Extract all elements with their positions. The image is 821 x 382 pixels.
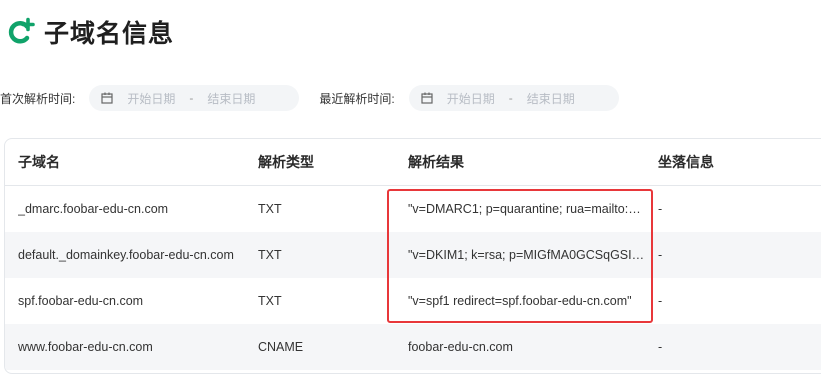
last-resolve-date-range[interactable]: 开始日期 - 结束日期 — [408, 85, 619, 111]
plus-c-icon — [8, 17, 35, 44]
resolve-result-cell: foobar-edu-cn.com — [408, 324, 658, 370]
location-cell: - — [658, 324, 821, 370]
start-date-placeholder[interactable]: 开始日期 — [447, 90, 495, 107]
end-date-placeholder[interactable]: 结束日期 — [207, 90, 255, 107]
column-header-subdomain[interactable]: 子域名 — [5, 139, 258, 186]
column-header-resolve-result[interactable]: 解析结果 — [408, 139, 658, 186]
table-row[interactable]: spf.foobar-edu-cn.com TXT "v=spf1 redire… — [5, 278, 821, 324]
column-header-location[interactable]: 坐落信息 — [658, 139, 821, 186]
calendar-icon — [421, 92, 433, 104]
subdomain-cell: www.foobar-edu-cn.com — [5, 324, 258, 370]
end-date-placeholder[interactable]: 结束日期 — [527, 90, 575, 107]
record-type-cell: TXT — [258, 278, 408, 324]
location-cell: - — [658, 278, 821, 324]
range-separator: - — [189, 91, 194, 105]
subdomain-cell: spf.foobar-edu-cn.com — [5, 278, 258, 324]
resolve-result-cell: "v=DKIM1; k=rsa; p=MIGfMA0GCSqGSIb3DQEBA… — [408, 232, 658, 278]
resolve-result-cell: "v=spf1 redirect=spf.foobar-edu-cn.com" — [408, 278, 658, 324]
filter-bar: 首次解析时间: 开始日期 - 结束日期 最近解析时间: 开始日期 - 结束日期 — [0, 84, 619, 112]
range-separator: - — [508, 91, 513, 105]
subdomain-cell: _dmarc.foobar-edu-cn.com — [5, 185, 258, 232]
table-row[interactable]: www.foobar-edu-cn.com CNAME foobar-edu-c… — [5, 324, 821, 370]
subdomain-table: 子域名 解析类型 解析结果 坐落信息 _dmarc.foobar-edu-cn.… — [4, 138, 821, 374]
start-date-placeholder[interactable]: 开始日期 — [127, 90, 175, 107]
table-row[interactable]: _dmarc.foobar-edu-cn.com TXT "v=DMARC1; … — [5, 185, 821, 232]
subdomain-cell: default._domainkey.foobar-edu-cn.com — [5, 232, 258, 278]
page-title: 子域名信息 — [44, 20, 175, 48]
record-type-cell: CNAME — [258, 324, 408, 370]
location-cell: - — [658, 232, 821, 278]
calendar-icon — [101, 92, 113, 104]
record-type-cell: TXT — [258, 185, 408, 232]
table-header-row: 子域名 解析类型 解析结果 坐落信息 — [5, 139, 821, 186]
table-row[interactable]: default._domainkey.foobar-edu-cn.com TXT… — [5, 232, 821, 278]
first-resolve-time-label: 首次解析时间: — [0, 91, 76, 106]
first-resolve-date-range[interactable]: 开始日期 - 结束日期 — [89, 85, 300, 111]
page-header: 子域名信息 — [0, 10, 174, 54]
record-type-cell: TXT — [258, 232, 408, 278]
location-cell: - — [658, 185, 821, 232]
resolve-result-cell: "v=DMARC1; p=quarantine; rua=mailto:ops@… — [408, 185, 658, 232]
column-header-record-type[interactable]: 解析类型 — [258, 139, 408, 186]
last-resolve-time-label: 最近解析时间: — [319, 91, 395, 106]
